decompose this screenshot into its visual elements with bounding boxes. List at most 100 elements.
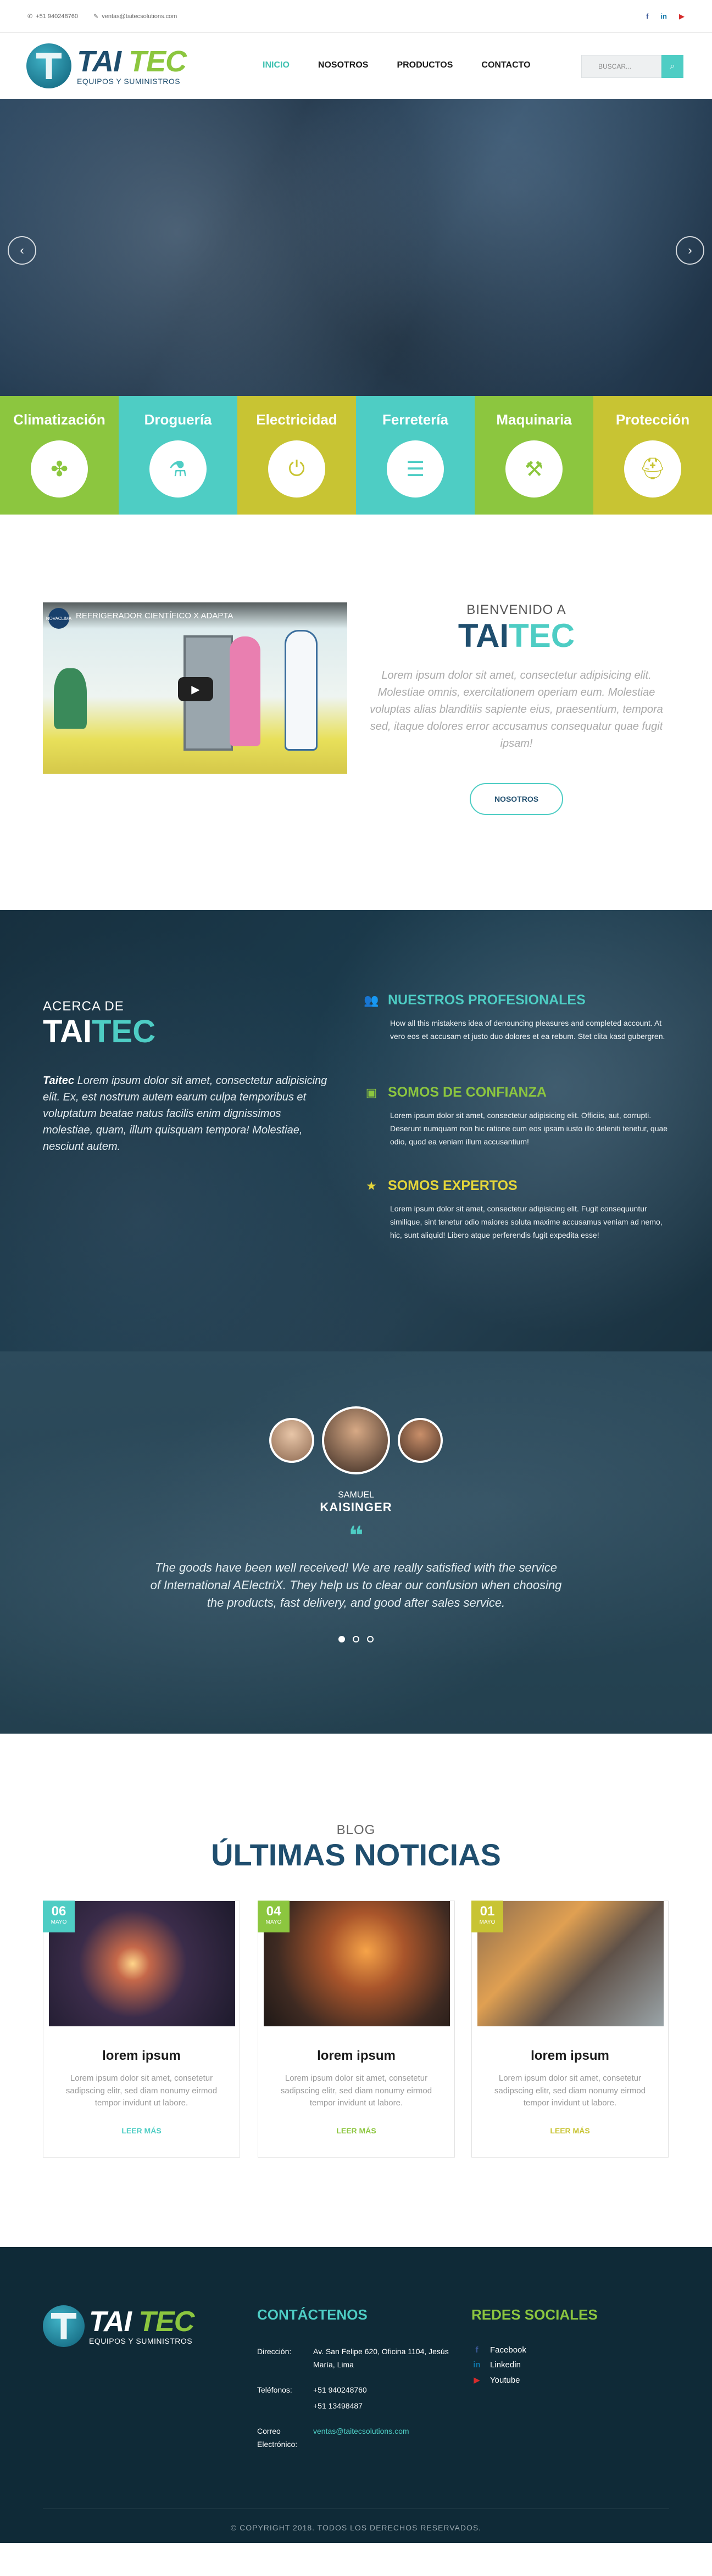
testimonial-text: The goods have been well received! We ar… xyxy=(150,1561,562,1610)
nav-productos[interactable]: PRODUCTOS xyxy=(397,60,453,70)
footer-email[interactable]: ventas@taitecsolutions.com xyxy=(313,2425,456,2451)
video-play-button[interactable]: ▶ xyxy=(178,677,213,701)
welcome-section: REFRIGERADOR CIENTÍFICO X ADAPTA NOVACLI… xyxy=(0,515,712,910)
welcome-text: BIENVENIDO A TAITEC Lorem ipsum dolor si… xyxy=(363,602,670,815)
date-badge: 06 MAYO xyxy=(43,1901,75,1932)
date-badge: 01 MAYO xyxy=(471,1901,503,1932)
read-more-link[interactable]: LEER MÁS xyxy=(472,2126,668,2135)
blog-image[interactable] xyxy=(49,1901,235,2026)
footer-address: Av. San Felipe 620, Oficina 1104, Jesús … xyxy=(313,2347,449,2369)
category-1[interactable]: Droguería ⚗ xyxy=(119,396,237,515)
blog-post-title[interactable]: lorem ipsum xyxy=(43,2048,240,2064)
man-illustration xyxy=(285,630,318,751)
about-kicker: ACERCA DE xyxy=(43,999,124,1014)
nosotros-button[interactable]: NOSOTROS xyxy=(470,783,563,815)
footer-logo[interactable]: TAI TEC EQUIPOS Y SUMINISTROS xyxy=(43,2305,194,2347)
testimonial-pagination xyxy=(0,1636,712,1642)
category-0[interactable]: Climatización ✤ xyxy=(0,396,119,515)
welcome-kicker: BIENVENIDO A xyxy=(466,602,566,617)
youtube-icon[interactable]: ▶ xyxy=(679,12,685,21)
footer-social-link[interactable]: ▶ Youtube xyxy=(471,2375,598,2385)
plant-illustration xyxy=(54,668,87,729)
footer-phone-2[interactable]: +51 13498487 xyxy=(313,2400,456,2413)
category-4[interactable]: Maquinaria ⚒ xyxy=(475,396,593,515)
feature-professionals: 👥 NUESTROS PROFESIONALES How all this mis… xyxy=(364,992,665,1041)
logo-icon xyxy=(43,2305,85,2347)
facebook-icon: f xyxy=(475,2345,479,2355)
plug-icon: ⏻ xyxy=(268,440,325,498)
avatar[interactable] xyxy=(269,1418,314,1463)
blog-post-title[interactable]: lorem ipsum xyxy=(258,2048,454,2064)
phone-info: ✆ +51 940248760 xyxy=(27,13,78,20)
slider-next-button[interactable]: › xyxy=(676,236,704,265)
nav-contacto[interactable]: CONTACTO xyxy=(481,60,530,70)
feature-trust: ▣ SOMOS DE CONFIANZA Lorem ipsum dolor si… xyxy=(364,1085,671,1148)
welcome-title: TAITEC xyxy=(458,617,575,654)
footer-social-title: REDES SOCIALES xyxy=(471,2306,598,2323)
facebook-icon[interactable]: f xyxy=(646,12,648,21)
category-label: Electricidad xyxy=(256,411,337,428)
testimonial-section: SAMUEL KAISINGER ❝ The goods have been w… xyxy=(0,1351,712,1734)
category-label: Droguería xyxy=(144,411,212,428)
search-input[interactable]: BUSCAR... xyxy=(581,55,661,78)
users-icon: 👥 xyxy=(364,993,379,1007)
category-3[interactable]: Ferretería ☰ xyxy=(356,396,475,515)
logo-subtitle: EQUIPOS Y SUMINISTROS xyxy=(77,77,181,86)
testimonial-name: SAMUEL KAISINGER xyxy=(320,1490,392,1515)
footer-social-link[interactable]: f Facebook xyxy=(471,2345,598,2355)
blog-post-title[interactable]: lorem ipsum xyxy=(472,2048,668,2064)
footer-social-link[interactable]: in Linkedin xyxy=(471,2360,598,2370)
category-label: Ferretería xyxy=(382,411,448,428)
youtube-icon: ▶ xyxy=(474,2376,480,2385)
read-more-link[interactable]: LEER MÁS xyxy=(43,2126,240,2135)
chevron-left-icon: ‹ xyxy=(20,243,24,257)
copyright: © COPYRIGHT 2018. TODOS LOS DERECHOS RES… xyxy=(230,2523,482,2532)
testimonial-avatars xyxy=(0,1406,712,1474)
footer-divider xyxy=(43,2508,669,2509)
pagination-dot[interactable] xyxy=(353,1636,359,1642)
feature-experts: ★ SOMOS EXPERTOS Lorem ipsum dolor sit am… xyxy=(364,1178,671,1242)
search-form: BUSCAR... ⌕ xyxy=(581,55,683,78)
linkedin-icon[interactable]: in xyxy=(660,12,667,21)
blog-image[interactable] xyxy=(264,1901,450,2026)
fan-icon: ✤ xyxy=(31,440,88,498)
about-intro: ACERCA DE TAITEC Taitec Lorem ipsum dolo… xyxy=(43,999,329,1155)
quote-icon: ❝ xyxy=(348,1521,364,1550)
chevron-right-icon: › xyxy=(688,243,692,257)
footer-contact-title: CONTÁCTENOS xyxy=(257,2306,368,2323)
nav-nosotros[interactable]: NOSOTROS xyxy=(318,60,369,70)
pagination-dot[interactable] xyxy=(367,1636,374,1642)
search-icon: ⌕ xyxy=(670,62,675,71)
hero-slider: ‹ › xyxy=(0,99,712,396)
blog-image[interactable] xyxy=(477,1901,664,2026)
tools-icon: ☰ xyxy=(387,440,444,498)
blog-section: BLOG ÚLTIMAS NOTICIAS 06 MAYO lorem ipsum L… xyxy=(0,1734,712,2247)
category-2[interactable]: Electricidad ⏻ xyxy=(237,396,356,515)
avatar-active[interactable] xyxy=(322,1406,390,1474)
read-more-link[interactable]: LEER MÁS xyxy=(258,2126,454,2135)
blog-card: 04 MAYO lorem ipsum Lorem ipsum dolor sit a… xyxy=(258,1901,455,2158)
drill-icon: ⚒ xyxy=(505,440,563,498)
video-player[interactable]: REFRIGERADOR CIENTÍFICO X ADAPTA NOVACLI… xyxy=(43,602,347,774)
blog-kicker: BLOG xyxy=(336,1823,376,1837)
logo[interactable]: TAI TEC EQUIPOS Y SUMINISTROS xyxy=(26,43,187,88)
pagination-dot[interactable] xyxy=(338,1636,345,1642)
email-info[interactable]: ✎ ventas@taitecsolutions.com xyxy=(93,13,177,20)
play-icon: ▶ xyxy=(191,683,200,696)
logo-icon xyxy=(26,43,71,88)
woman-illustration xyxy=(230,636,260,746)
logo-text-a: TAI xyxy=(77,45,121,78)
phone-icon: ✆ xyxy=(27,13,33,20)
welcome-paragraph: Lorem ipsum dolor sit amet, consectetur … xyxy=(370,669,663,750)
spray-bottle-icon: ⚗ xyxy=(149,440,207,498)
footer-phone-1[interactable]: +51 940248760 xyxy=(313,2384,456,2397)
slider-prev-button[interactable]: ‹ xyxy=(8,236,36,265)
search-button[interactable]: ⌕ xyxy=(661,55,683,78)
category-5[interactable]: Protección ⛑ xyxy=(593,396,712,515)
avatar[interactable] xyxy=(398,1418,443,1463)
video-channel-avatar[interactable]: NOVACLIMA xyxy=(46,608,71,629)
nav-inicio[interactable]: INICIO xyxy=(263,60,290,70)
blog-title: ÚLTIMAS NOTICIAS xyxy=(211,1837,501,1872)
top-contact: ✆ +51 940248760 ✎ ventas@taitecsolutions.c… xyxy=(27,13,177,20)
blog-card: 01 MAYO lorem ipsum Lorem ipsum dolor sit a… xyxy=(471,1901,669,2158)
